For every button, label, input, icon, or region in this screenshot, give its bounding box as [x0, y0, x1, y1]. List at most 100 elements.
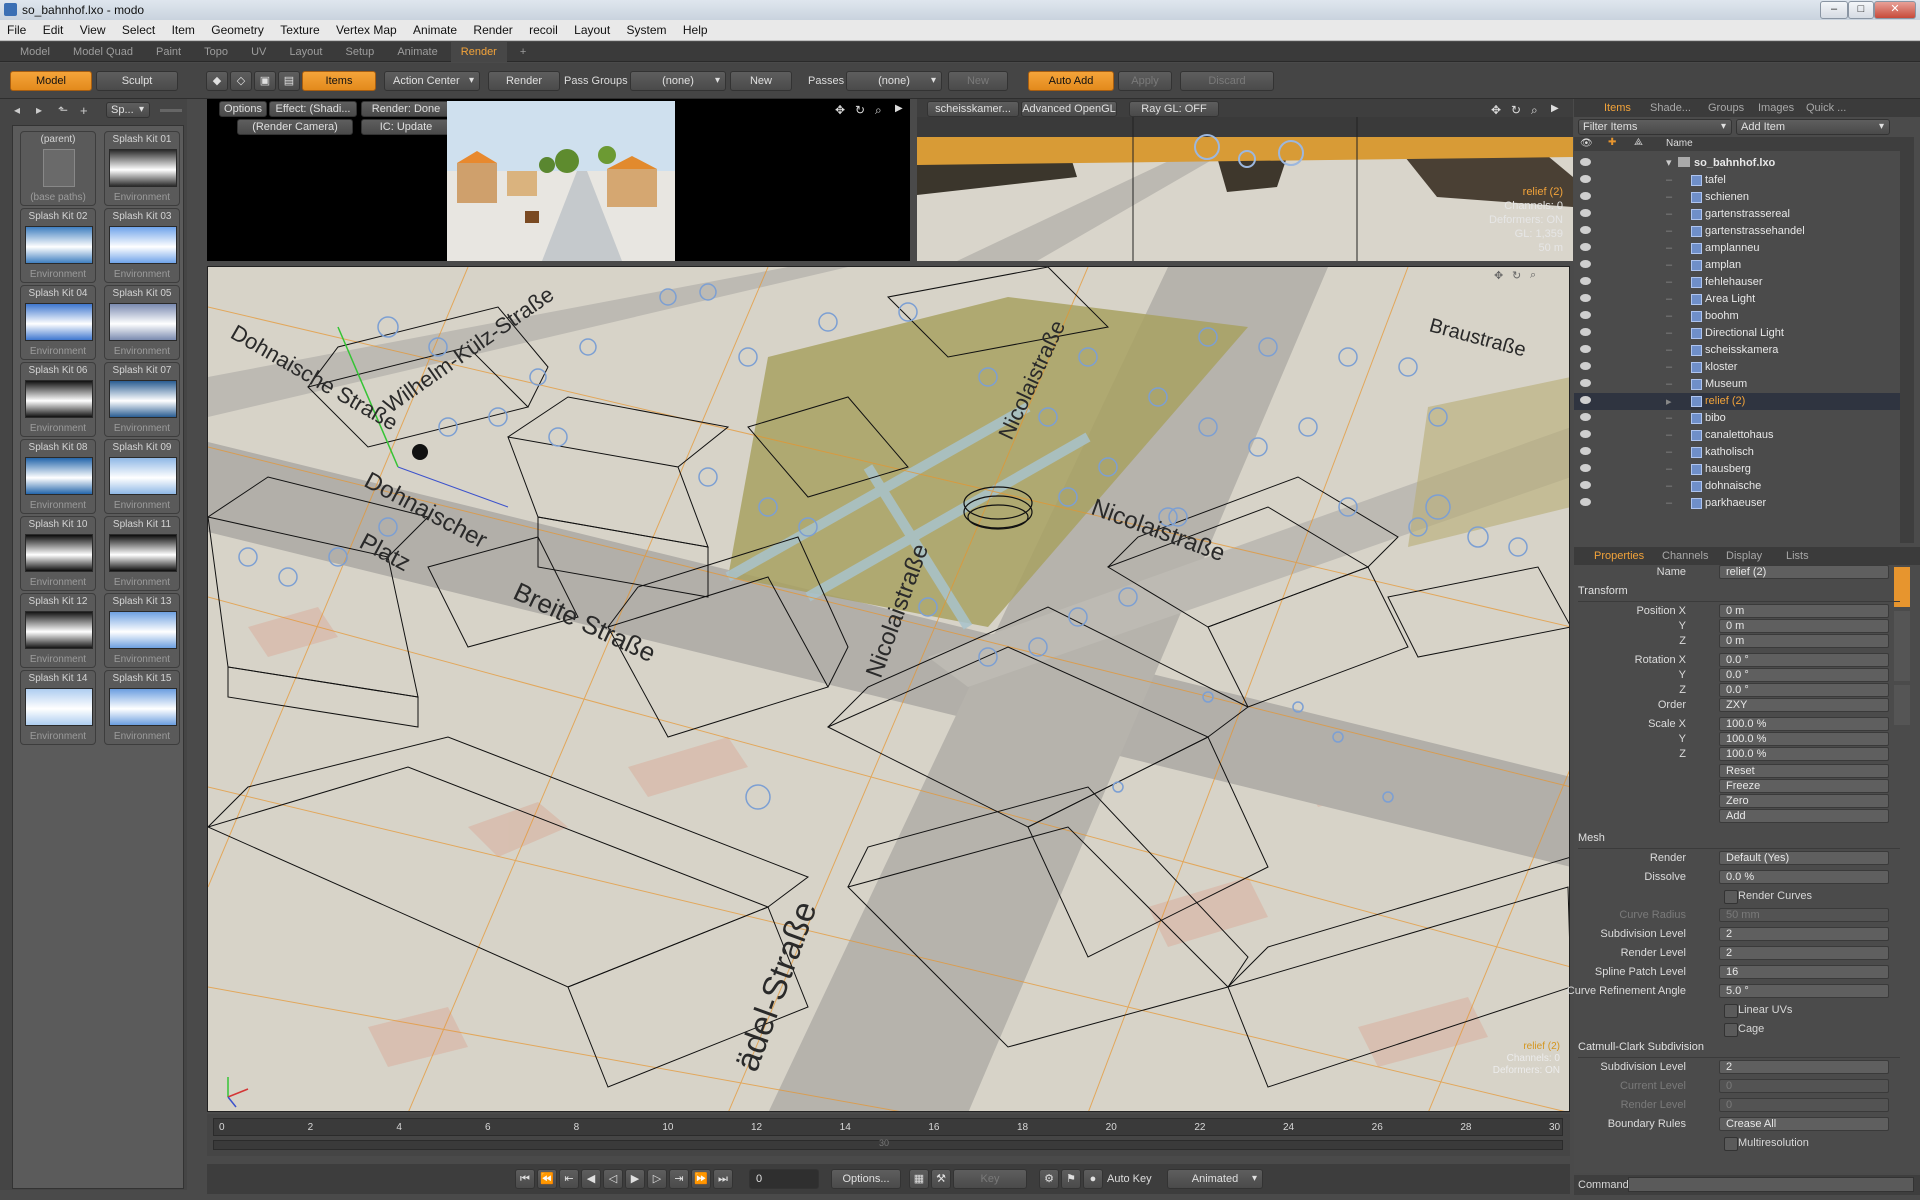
preset-tile[interactable]: Splash Kit 10 Environment	[20, 516, 96, 591]
close-button[interactable]: ✕	[1874, 1, 1916, 19]
position-y-field[interactable]: 0 m	[1719, 619, 1889, 633]
add-tab-button[interactable]: +	[510, 42, 536, 62]
render-dropdown[interactable]: Default (Yes)	[1719, 851, 1889, 865]
rotation-z-field[interactable]: 0.0 °	[1719, 683, 1889, 697]
curve-refinement-field[interactable]: 5.0 °	[1719, 984, 1889, 998]
render-curves-checkbox[interactable]	[1724, 890, 1738, 904]
tab-quick[interactable]: Quick ...	[1806, 99, 1846, 117]
visibility-eye-icon[interactable]	[1580, 175, 1591, 183]
dissolve-field[interactable]: 0.0 %	[1719, 870, 1889, 884]
auto-add-button[interactable]: Auto Add	[1028, 71, 1114, 91]
menu-texture[interactable]: Texture	[273, 20, 325, 37]
viewport-zoom-icon[interactable]: ⌕	[1530, 269, 1536, 282]
menu-recoil[interactable]: recoil	[522, 20, 564, 37]
tab-channels[interactable]: Channels	[1662, 547, 1708, 565]
multires-checkbox[interactable]	[1724, 1137, 1738, 1151]
select-vertices-icon[interactable]: ◆	[206, 71, 228, 91]
preset-tile[interactable]: Splash Kit 04 Environment	[20, 285, 96, 360]
menu-animate[interactable]: Animate	[406, 20, 463, 37]
render-button[interactable]: Render	[488, 71, 560, 91]
tree-row[interactable]: ▸ relief (2)	[1574, 393, 1900, 410]
visibility-eye-icon[interactable]	[1580, 243, 1591, 251]
parent-folder-icon[interactable]: ⬑	[58, 103, 72, 119]
position-z-field[interactable]: 0 m	[1719, 634, 1889, 648]
viewport-menu-arrow-icon-2[interactable]: ▶	[1551, 103, 1559, 114]
tree-row[interactable]: – Area Light	[1574, 291, 1900, 308]
preset-tile[interactable]: Splash Kit 03 Environment	[104, 208, 180, 283]
menu-view[interactable]: View	[73, 20, 112, 37]
apply-button[interactable]: Apply	[1118, 71, 1172, 91]
rotate-icon-2[interactable]: ↻	[1511, 103, 1521, 117]
cage-checkbox[interactable]	[1724, 1023, 1738, 1037]
spline-patch-field[interactable]: 16	[1719, 965, 1889, 979]
visibility-eye-icon[interactable]	[1580, 345, 1591, 353]
tab-animate[interactable]: Animate	[387, 42, 447, 62]
new-pass-group-button[interactable]: New	[730, 71, 792, 91]
visibility-eye-icon[interactable]	[1580, 192, 1591, 200]
preset-tile[interactable]: Splash Kit 09 Environment	[104, 439, 180, 514]
tree-row[interactable]: – tafel	[1574, 172, 1900, 189]
viewport-menu-arrow-icon[interactable]: ▶	[895, 103, 903, 114]
menu-help[interactable]: Help	[676, 20, 714, 37]
pan-icon-2[interactable]: ✥	[1491, 103, 1501, 117]
tree-row[interactable]: – katholisch	[1574, 444, 1900, 461]
preset-tile[interactable]: Splash Kit 08 Environment	[20, 439, 96, 514]
tab-items[interactable]: Items	[1604, 99, 1631, 117]
viewport-pan-icon[interactable]: ✥	[1494, 269, 1503, 282]
menu-system[interactable]: System	[620, 20, 673, 37]
discard-button[interactable]: Discard	[1180, 71, 1274, 91]
tab-topo[interactable]: Topo	[194, 42, 238, 62]
tree-row[interactable]: – amplan	[1574, 257, 1900, 274]
select-polygons-icon[interactable]: ▣	[254, 71, 276, 91]
auto-key-icon[interactable]: ●	[1083, 1169, 1103, 1189]
rotation-x-field[interactable]: 0.0 °	[1719, 653, 1889, 667]
sculpt-mode-button[interactable]: Sculpt	[96, 71, 178, 91]
preset-tile[interactable]: Splash Kit 13 Environment	[104, 593, 180, 668]
visibility-eye-icon[interactable]	[1580, 311, 1591, 319]
prev-keyframe-icon[interactable]: ⇤	[559, 1169, 579, 1189]
menu-item[interactable]: Item	[165, 20, 201, 37]
current-frame-field[interactable]: 0	[749, 1169, 819, 1189]
effect-dropdown[interactable]: Effect: (Shadi...	[269, 101, 357, 117]
action-center-dropdown[interactable]: Action Center	[384, 71, 480, 91]
tab-model[interactable]: Model	[0, 42, 60, 62]
name-field[interactable]: relief (2)	[1719, 565, 1889, 579]
preview-options-button[interactable]: Options	[219, 101, 267, 117]
visibility-eye-icon[interactable]	[1580, 396, 1591, 404]
items-mode-button[interactable]: Items	[302, 71, 376, 91]
go-to-end-icon[interactable]: ⏭	[713, 1169, 733, 1189]
tree-row[interactable]: – gartenstrassehandel	[1574, 223, 1900, 240]
ic-update-button[interactable]: IC: Update	[361, 119, 451, 135]
tree-row[interactable]: – schienen	[1574, 189, 1900, 206]
tree-row[interactable]: – Directional Light	[1574, 325, 1900, 342]
add-item-dropdown[interactable]: Add Item	[1736, 119, 1890, 135]
rotation-y-field[interactable]: 0.0 °	[1719, 668, 1889, 682]
visibility-eye-icon[interactable]	[1580, 362, 1591, 370]
render-status-button[interactable]: Render: Done	[361, 101, 451, 117]
play-icon[interactable]: ▶	[625, 1169, 645, 1189]
visibility-eye-icon[interactable]	[1580, 498, 1591, 506]
menu-select[interactable]: Select	[115, 20, 161, 37]
tab-layout[interactable]: Layout	[279, 42, 332, 62]
menu-render[interactable]: Render	[466, 20, 518, 37]
key-all-icon[interactable]: ⚑	[1061, 1169, 1081, 1189]
preset-path-dropdown[interactable]: Sp...	[106, 102, 150, 118]
tab-images[interactable]: Images	[1758, 99, 1794, 117]
scale-y-field[interactable]: 100.0 %	[1719, 732, 1889, 746]
position-x-field[interactable]: 0 m	[1719, 604, 1889, 618]
preset-tile[interactable]: Splash Kit 12 Environment	[20, 593, 96, 668]
expand-arrow-icon[interactable]: ▸	[1666, 395, 1672, 408]
visibility-eye-icon[interactable]	[1580, 294, 1591, 302]
zoom-icon[interactable]: ⌕	[875, 103, 882, 118]
menu-geometry[interactable]: Geometry	[204, 20, 270, 37]
minimize-button[interactable]: –	[1820, 1, 1848, 19]
tab-model-quad[interactable]: Model Quad	[63, 42, 143, 62]
select-materials-icon[interactable]: ▤	[278, 71, 300, 91]
visibility-eye-icon[interactable]	[1580, 209, 1591, 217]
expand-arrow-icon[interactable]: ▾	[1666, 156, 1672, 169]
tab-lists[interactable]: Lists	[1786, 547, 1809, 565]
zoom-slider[interactable]	[160, 109, 182, 112]
visibility-eye-icon[interactable]	[1580, 328, 1591, 336]
step-forward-icon[interactable]: ▷	[647, 1169, 667, 1189]
next-key-icon[interactable]: ⏩	[691, 1169, 711, 1189]
